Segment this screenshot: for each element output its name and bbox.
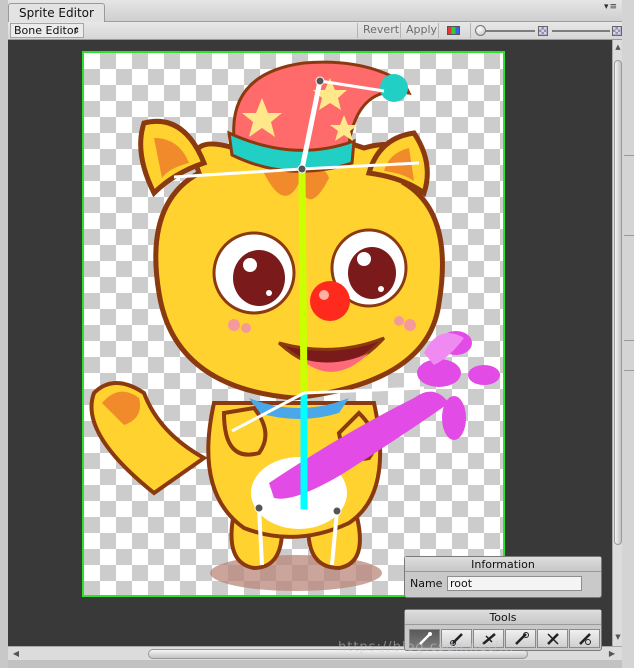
title-bar: Sprite Editor ▾≡	[8, 0, 622, 22]
dropdown-arrow-icon: ⇕	[73, 26, 80, 35]
scroll-up-icon[interactable]: ▲	[613, 42, 623, 52]
tab-sprite-editor[interactable]: Sprite Editor	[8, 3, 105, 22]
free-bone-icon	[515, 632, 529, 645]
apply-button[interactable]: Apply	[400, 23, 442, 38]
alpha-slider-track[interactable]	[480, 30, 535, 32]
tools-panel-title: Tools	[405, 610, 601, 625]
information-panel: Information Name root	[404, 556, 602, 598]
alpha-slider-knob[interactable]	[475, 25, 486, 36]
background-editor-right-strip	[622, 0, 634, 668]
zoom-slider-track[interactable]	[552, 30, 610, 32]
bottom-strip	[8, 660, 622, 668]
rgb-channel-icon[interactable]	[447, 26, 460, 35]
zoom-checker-icon	[612, 26, 622, 36]
background-editor-left-strip	[0, 0, 8, 668]
window-menu-icon[interactable]: ▾≡	[604, 2, 618, 12]
mode-dropdown-label: Bone Editor	[14, 24, 79, 37]
alpha-checker-icon	[538, 26, 548, 36]
cat-sprite-illustration	[89, 60, 500, 591]
strip-divider	[624, 340, 634, 341]
editor-root: Sprite Editor ▾≡ Bone Editor ⇕ Revert Ap…	[0, 0, 634, 668]
strip-divider	[624, 370, 634, 371]
parent-bone-icon	[579, 633, 591, 645]
strip-divider	[624, 235, 634, 236]
scroll-down-icon[interactable]: ▼	[613, 632, 623, 642]
information-panel-title: Information	[405, 557, 601, 572]
toolbar-divider	[470, 23, 471, 38]
sprite-frame[interactable]	[82, 51, 505, 597]
vertical-scroll-thumb[interactable]	[614, 60, 622, 545]
strip-divider	[624, 155, 634, 156]
delete-bone-button[interactable]	[537, 629, 568, 648]
watermark-text: https://blog.csdn.net/...	[338, 640, 515, 655]
sprite-editor-window: Sprite Editor ▾≡ Bone Editor ⇕ Revert Ap…	[8, 0, 622, 668]
toolbar-divider	[438, 23, 439, 38]
parent-bone-button[interactable]	[569, 629, 600, 648]
scroll-left-icon[interactable]: ◀	[10, 648, 22, 660]
scroll-right-icon[interactable]: ▶	[606, 648, 618, 660]
revert-button[interactable]: Revert	[357, 23, 404, 38]
mode-dropdown[interactable]: Bone Editor ⇕	[10, 23, 84, 38]
delete-bone-icon	[547, 633, 559, 645]
name-label: Name	[410, 577, 448, 590]
bone-name-field[interactable]: root	[447, 576, 582, 591]
toolbar: Bone Editor ⇕ Revert Apply	[8, 22, 622, 40]
vertical-scrollbar[interactable]: ▲ ▼	[612, 40, 622, 646]
name-label-text: Name	[410, 577, 443, 590]
